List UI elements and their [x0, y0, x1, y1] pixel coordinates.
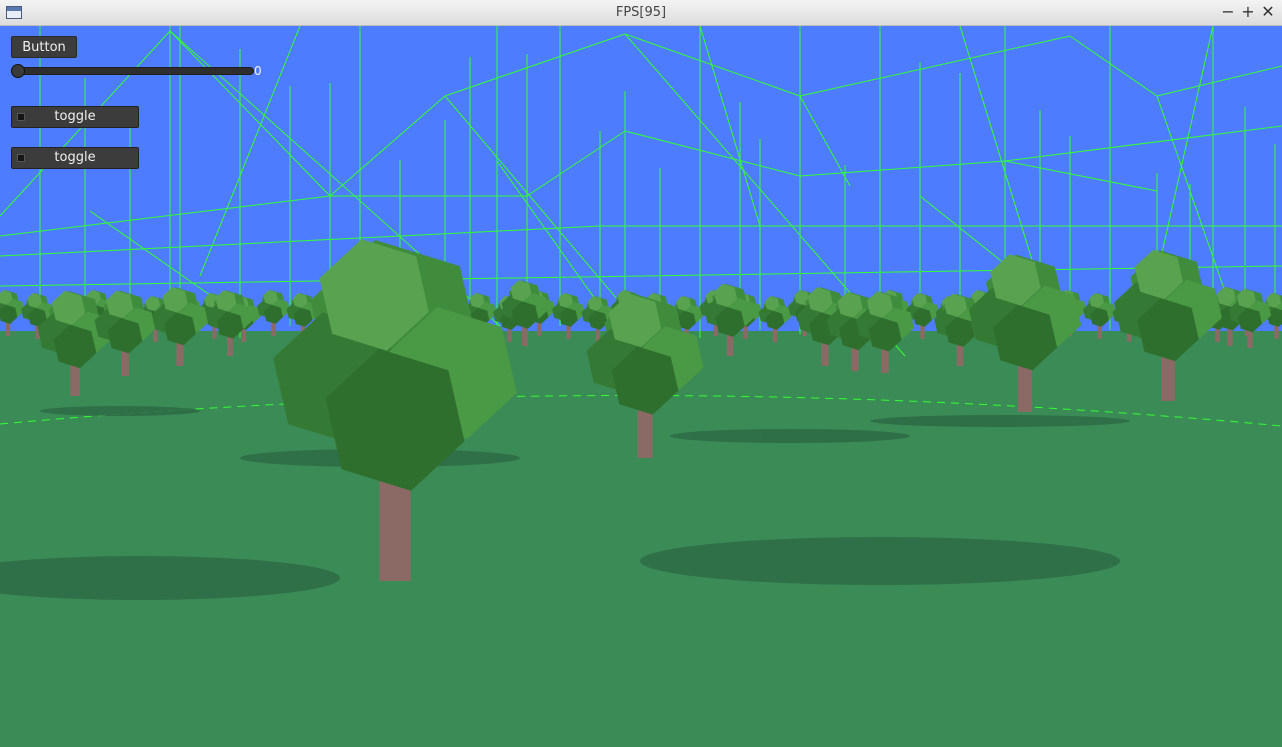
- toggle-label: toggle: [54, 109, 96, 124]
- window-title: FPS[95]: [615, 5, 667, 20]
- maximize-icon[interactable]: +: [1239, 3, 1257, 21]
- app-window: FPS[95] − + ✕ Button 0 toggle toggle: [0, 0, 1282, 747]
- close-icon[interactable]: ✕: [1259, 3, 1277, 21]
- toggle-1[interactable]: toggle: [11, 106, 139, 128]
- title-bar[interactable]: FPS[95] − + ✕: [0, 0, 1282, 26]
- value-slider[interactable]: [11, 64, 254, 78]
- toggle-2[interactable]: toggle: [11, 147, 139, 169]
- slider-knob[interactable]: [11, 64, 25, 78]
- slider-value: 0: [254, 64, 262, 78]
- gui-button[interactable]: Button: [11, 36, 77, 58]
- minimize-icon[interactable]: −: [1219, 3, 1237, 21]
- slider-track[interactable]: [11, 67, 254, 75]
- 3d-viewport[interactable]: [0, 26, 1282, 747]
- toggle-label: toggle: [54, 150, 96, 165]
